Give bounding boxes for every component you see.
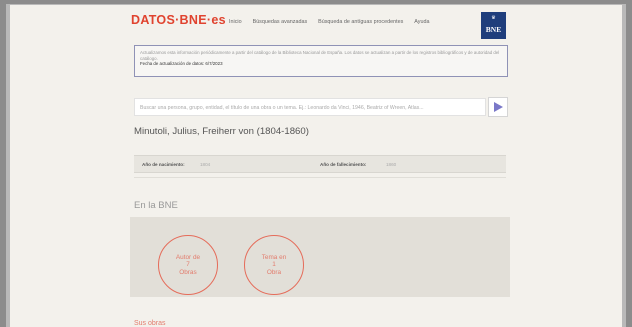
site-logo[interactable]: DATOS·BNE·es	[131, 13, 226, 27]
death-value: 1860	[386, 162, 397, 167]
circle-count: 1	[272, 261, 276, 269]
browser-page: DATOS·BNE·es Inicio Búsquedas avanzadas …	[10, 5, 622, 327]
site-header: DATOS·BNE·es Inicio Búsquedas avanzadas …	[10, 5, 622, 41]
arrow-right-icon	[494, 102, 503, 112]
bne-logo[interactable]: ♛ BNE	[481, 12, 506, 39]
notice-text: Actualizamos esta información periódicam…	[140, 50, 500, 61]
nav-ayuda[interactable]: Ayuda	[414, 19, 429, 25]
nav-inicio[interactable]: Inicio	[229, 19, 242, 25]
birth-value: 1804	[200, 162, 211, 167]
crest-icon: ♛	[491, 15, 496, 21]
nav-busqueda-procedentes[interactable]: Búsqueda de antíguas procedentes	[318, 19, 403, 25]
bne-stats-panel: Autor de 7 Obras Tema en 1 Obra	[130, 217, 510, 297]
main-nav: Inicio Búsquedas avanzadas Búsqueda de a…	[229, 19, 429, 25]
divider	[134, 177, 506, 178]
section-title-works: Sus obras	[134, 320, 166, 327]
bne-logo-text: BNE	[485, 25, 502, 34]
birth-label: Año de nacimiento:	[142, 162, 185, 167]
update-notice: Actualizamos esta información periódicam…	[134, 45, 508, 77]
circle-label: Tema en	[261, 253, 287, 261]
person-facts: Año de nacimiento: 1804 Año de fallecimi…	[134, 155, 506, 173]
subject-of-works-circle[interactable]: Tema en 1 Obra	[244, 235, 304, 295]
search-input[interactable]: Buscar una persona, grupo, entidad, el t…	[134, 98, 486, 116]
circle-unit: Obra	[266, 268, 282, 276]
person-title: Minutoli, Julius, Freiherr von (1804-186…	[134, 126, 309, 137]
circle-label: Autor de	[175, 253, 201, 261]
update-date: Fecha de actualización de datos: 6/7/202…	[140, 61, 223, 66]
death-label: Año de fallecimiento:	[320, 162, 367, 167]
nav-busquedas-avanzadas[interactable]: Búsquedas avanzadas	[253, 19, 308, 25]
circle-unit: Obras	[179, 268, 197, 276]
search-button[interactable]	[488, 97, 508, 117]
circle-count: 7	[186, 261, 190, 269]
section-title-bne: En la BNE	[134, 200, 178, 211]
author-of-works-circle[interactable]: Autor de 7 Obras	[158, 235, 218, 295]
